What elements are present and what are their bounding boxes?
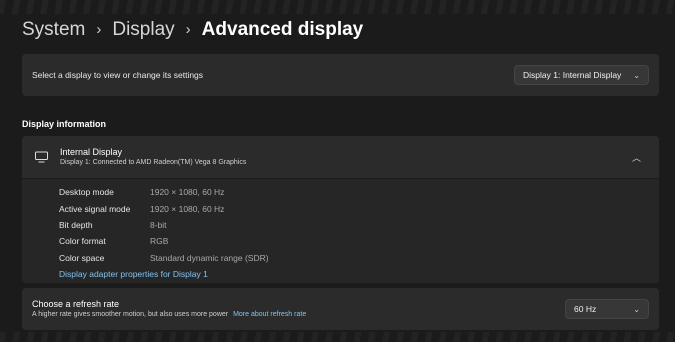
display-name: Internal Display: [60, 146, 123, 157]
info-value: 8-bit: [150, 219, 167, 230]
breadcrumb-display[interactable]: Display: [112, 17, 174, 43]
section-title-display-information: Display information: [22, 119, 107, 129]
display-connection: Display 1: Connected to AMD Radeon(TM) V…: [60, 158, 247, 166]
background-texture-bottom: [0, 332, 675, 342]
info-row-color-space: Color space Standard dynamic range (SDR): [59, 250, 659, 266]
refresh-rate-card: Choose a refresh rate A higher rate give…: [22, 288, 659, 330]
background-texture-top: [0, 0, 675, 14]
display-adapter-properties-link[interactable]: Display adapter properties for Display 1: [59, 269, 208, 279]
display-selector-label: Select a display to view or change its s…: [32, 70, 204, 80]
display-info-details: Desktop mode 1920 × 1080, 60 Hz Active s…: [22, 179, 659, 283]
info-value: 1920 × 1080, 60 Hz: [150, 203, 225, 214]
refresh-rate-title: Choose a refresh rate: [32, 299, 120, 309]
display-info-header[interactable]: Internal Display Display 1: Connected to…: [22, 136, 659, 178]
info-row-bit-depth: Bit depth 8-bit: [59, 217, 659, 233]
chevron-right-icon: ›: [96, 21, 102, 38]
info-row-desktop-mode: Desktop mode 1920 × 1080, 60 Hz: [59, 184, 659, 200]
refresh-rate-dropdown[interactable]: 60 Hz ⌄: [565, 299, 649, 319]
display-select-value: Display 1: Internal Display: [523, 70, 622, 80]
more-about-refresh-rate-link[interactable]: More about refresh rate: [233, 311, 306, 318]
chevron-up-icon[interactable]: ︿: [632, 151, 641, 164]
monitor-icon: [34, 150, 48, 164]
chevron-down-icon: ⌄: [633, 304, 640, 314]
info-row-active-signal-mode: Active signal mode 1920 × 1080, 60 Hz: [59, 200, 659, 216]
refresh-rate-value: 60 Hz: [574, 304, 597, 314]
info-key: Bit depth: [59, 219, 93, 230]
info-key: Active signal mode: [59, 203, 131, 214]
page-title: Advanced display: [201, 19, 364, 40]
chevron-down-icon: ⌄: [633, 70, 640, 80]
info-row-color-format: Color format RGB: [59, 233, 659, 249]
display-selector-card: Select a display to view or change its s…: [22, 54, 659, 96]
chevron-right-icon: ›: [185, 21, 191, 38]
refresh-rate-description: A higher rate gives smoother motion, but…: [32, 311, 229, 318]
info-key: Color format: [59, 236, 106, 247]
info-value: Standard dynamic range (SDR): [150, 252, 269, 263]
info-value: RGB: [150, 236, 169, 247]
info-value: 1920 × 1080, 60 Hz: [150, 187, 225, 198]
info-key: Desktop mode: [59, 187, 114, 198]
advanced-display-page: System › Display › Advanced display Sele…: [0, 0, 675, 342]
info-key: Color space: [59, 252, 105, 263]
breadcrumb-system[interactable]: System: [22, 17, 85, 43]
breadcrumb: System › Display › Advanced display: [22, 17, 363, 43]
display-select-dropdown[interactable]: Display 1: Internal Display ⌄: [514, 65, 649, 85]
